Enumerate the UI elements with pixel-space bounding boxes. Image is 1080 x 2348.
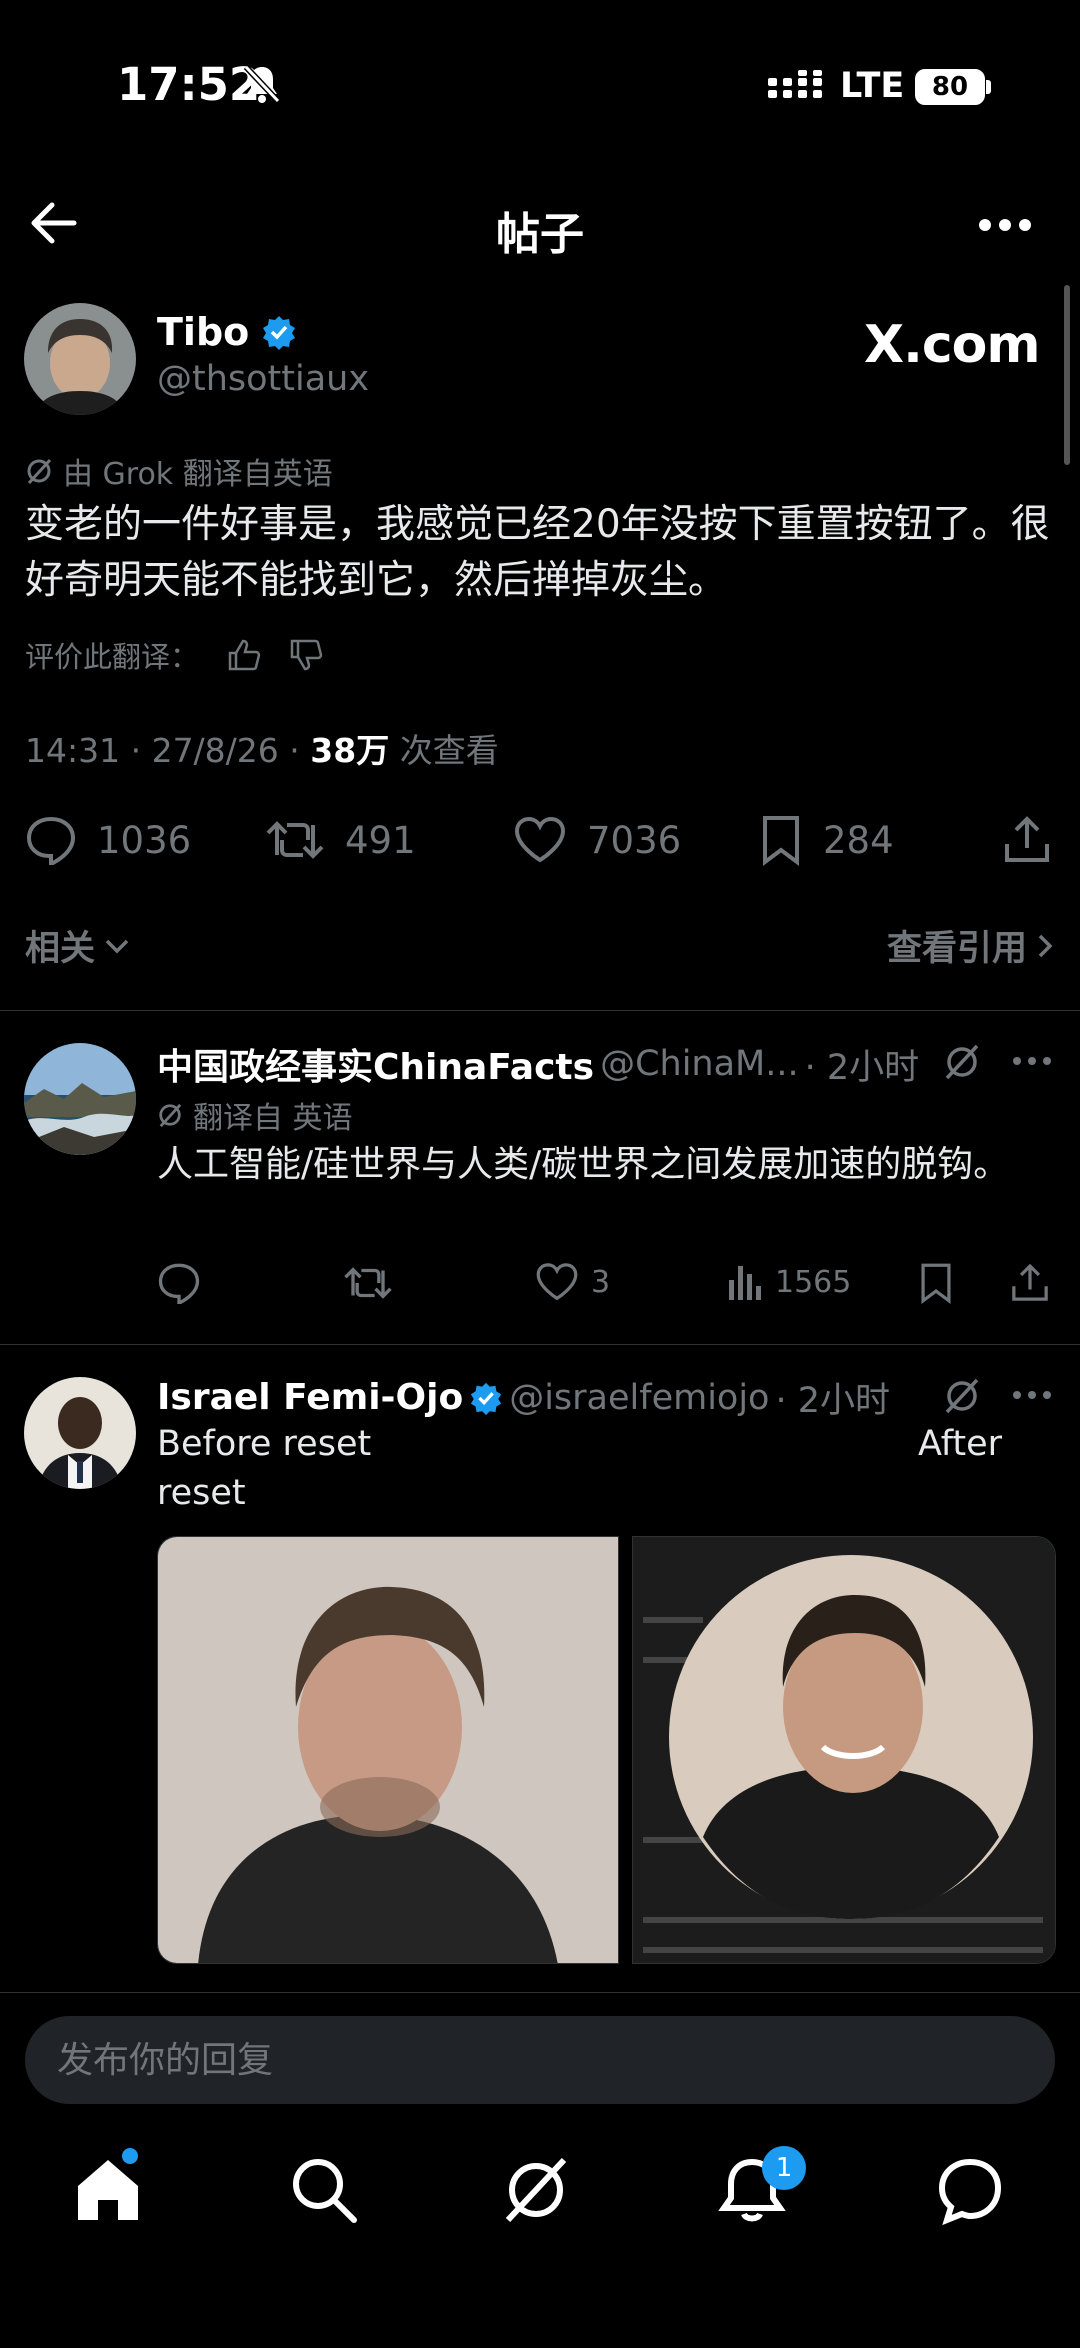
- view-quotes-link[interactable]: 查看引用: [887, 920, 1055, 971]
- view-label: 次查看: [389, 731, 499, 770]
- reply-header: Israel Femi-Ojo @israelfemiojo · 2小时: [157, 1372, 890, 1423]
- brand-logo: X.com: [864, 315, 1041, 375]
- reply-translation-note: 翻译自 英语: [157, 1093, 353, 1137]
- bookmark-count: 284: [823, 818, 894, 862]
- grok-icon: [157, 1102, 183, 1128]
- divider: [0, 1010, 1080, 1011]
- reply-text-line1: Before reset: [157, 1424, 372, 1464]
- verified-badge-icon: [261, 314, 297, 350]
- bookmark-button[interactable]: 284: [759, 805, 894, 875]
- view-quotes-label: 查看引用: [886, 929, 1027, 969]
- share-icon[interactable]: [1009, 1262, 1051, 1304]
- repost-icon: [265, 815, 325, 865]
- reply-text-line2: reset: [157, 1473, 246, 1513]
- scrollbar[interactable]: [1064, 285, 1070, 465]
- more-icon[interactable]: [1012, 1390, 1052, 1400]
- signal-icon: [768, 70, 824, 106]
- related-label: 相关: [25, 929, 96, 969]
- bookmark-icon[interactable]: [917, 1262, 955, 1304]
- media-image-before[interactable]: [157, 1536, 619, 1964]
- notifications-badge: 1: [762, 2146, 806, 2190]
- battery-tip: [986, 80, 991, 94]
- reply-actions: 3 1565: [157, 1262, 1057, 1310]
- grok-icon: [505, 2157, 567, 2223]
- more-icon[interactable]: [1012, 1056, 1052, 1066]
- share-icon: [1001, 814, 1053, 866]
- reply-header: 中国政经事实ChinaFacts @ChinaM... · 2小时: [157, 1038, 919, 1090]
- reply-avatar[interactable]: [24, 1377, 136, 1489]
- reply-avatar[interactable]: [24, 1043, 136, 1155]
- author-avatar[interactable]: [24, 303, 136, 415]
- tab-messages[interactable]: [930, 2150, 1010, 2230]
- bookmark-icon: [759, 814, 803, 866]
- reply-author-name[interactable]: Israel Femi-Ojo: [157, 1377, 463, 1418]
- heart-icon: [513, 816, 567, 864]
- home-unread-dot: [122, 2148, 138, 2164]
- chevron-down-icon: [103, 936, 131, 956]
- heart-icon: [535, 1262, 579, 1302]
- view-count: 38万: [310, 731, 390, 770]
- reply-compose-bar[interactable]: [25, 2016, 1055, 2104]
- more-icon[interactable]: [978, 218, 1032, 232]
- chevron-right-icon: [1035, 932, 1055, 960]
- page-title: 帖子: [496, 209, 584, 260]
- grok-icon[interactable]: [942, 1042, 982, 1082]
- search-icon: [293, 2159, 357, 2223]
- share-button[interactable]: [1001, 805, 1053, 875]
- reply-text: 人工智能/硅世界与人类/碳世界之间发展加速的脱钩。: [157, 1144, 1010, 1185]
- grok-icon[interactable]: [942, 1376, 982, 1416]
- repost-icon[interactable]: [343, 1262, 393, 1304]
- reply-text-after: After: [918, 1424, 1003, 1464]
- reply-count: 1036: [97, 818, 192, 862]
- rate-translation: 评价此翻译：: [25, 634, 323, 676]
- reply-icon[interactable]: [157, 1262, 201, 1304]
- tab-home[interactable]: [68, 2150, 148, 2230]
- thumbs-down-icon[interactable]: [289, 639, 323, 671]
- content-fade: [0, 1992, 1080, 2016]
- media-image-after[interactable]: [632, 1536, 1056, 1964]
- post-actions: 1036 491 7036 284: [25, 805, 1055, 875]
- reply-author-handle[interactable]: @israelfemiojo: [509, 1378, 769, 1418]
- grok-icon: [25, 457, 53, 485]
- reply-author-name[interactable]: 中国政经事实ChinaFacts: [157, 1038, 594, 1090]
- mute-icon: [242, 63, 282, 105]
- analytics-icon: [727, 1262, 763, 1302]
- translation-note-text: 由 Grok 翻译自英语: [63, 457, 333, 492]
- like-count: 3: [591, 1264, 611, 1300]
- related-dropdown[interactable]: 相关: [25, 920, 131, 971]
- tab-search[interactable]: [284, 2150, 364, 2230]
- like-count: 7036: [587, 818, 682, 862]
- battery-indicator: 80: [915, 69, 985, 105]
- post-meta: 14:31 · 27/8/26 · 38万 次查看: [25, 724, 499, 772]
- reply-time: · 2小时: [804, 1047, 920, 1088]
- post-text: 变老的一件好事是，我感觉已经20年没按下重置按钮了。很好奇明天能不能找到它，然后…: [25, 502, 1050, 603]
- rate-label: 评价此翻译：: [25, 640, 200, 674]
- author-name[interactable]: Tibo: [157, 310, 249, 354]
- like-button[interactable]: 7036: [513, 805, 681, 875]
- tab-grok[interactable]: [496, 2150, 576, 2230]
- reply-author-handle[interactable]: @ChinaM...: [600, 1044, 799, 1084]
- like-button[interactable]: 3: [535, 1262, 610, 1302]
- reply-icon: [25, 815, 77, 865]
- status-time: 17:52: [117, 58, 261, 111]
- home-icon: [78, 2160, 138, 2220]
- reply-input[interactable]: [57, 2016, 1017, 2104]
- translation-note: 由 Grok 翻译自英语: [25, 449, 333, 493]
- author-handle[interactable]: @thsottiaux: [157, 359, 369, 399]
- views-button[interactable]: 1565: [727, 1262, 851, 1302]
- reply-time: · 2小时: [775, 1381, 890, 1421]
- thumbs-up-icon[interactable]: [227, 639, 261, 671]
- post-timestamp: 14:31 · 27/8/26 ·: [25, 731, 311, 770]
- network-label: LTE: [840, 66, 905, 106]
- repost-button[interactable]: 491: [265, 805, 416, 875]
- verified-badge-icon: [469, 1381, 503, 1415]
- divider: [0, 1344, 1080, 1345]
- chat-bubble-icon: [938, 2158, 1002, 2226]
- reply-translation-text: 翻译自 英语: [193, 1101, 353, 1136]
- repost-count: 491: [345, 818, 416, 862]
- view-count: 1565: [775, 1264, 852, 1300]
- reply-button[interactable]: 1036: [25, 805, 191, 875]
